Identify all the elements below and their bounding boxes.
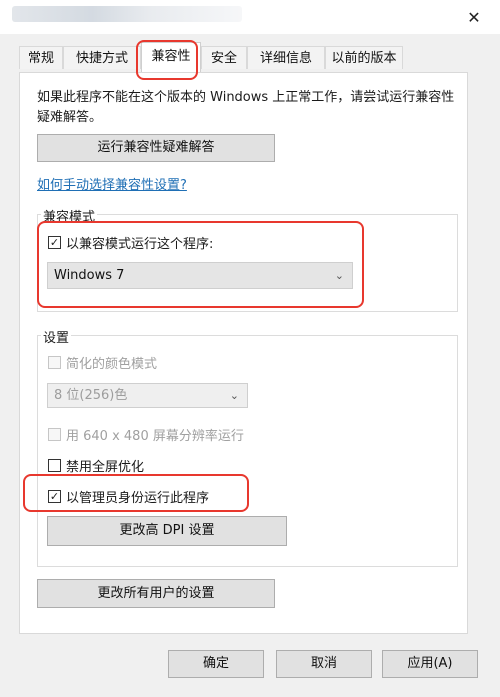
change-dpi-button[interactable]: 更改高 DPI 设置: [47, 516, 287, 546]
close-icon[interactable]: ✕: [462, 6, 486, 28]
annotation-highlight-tab: [136, 40, 198, 80]
troubleshoot-button[interactable]: 运行兼容性疑难解答: [37, 134, 275, 162]
tab-strip: 常规 快捷方式 兼容性 安全 详细信息 以前的版本: [0, 34, 500, 72]
tab-general[interactable]: 常规: [19, 46, 63, 69]
reduced-color-label: 简化的颜色模式: [66, 357, 158, 372]
manual-compat-link[interactable]: 如何手动选择兼容性设置?: [37, 174, 187, 193]
fullscreen-opt-label: 禁用全屏优化: [66, 460, 145, 475]
title-bar: ✕: [0, 0, 500, 34]
cancel-button[interactable]: 取消: [276, 650, 372, 678]
tab-previous-versions[interactable]: 以前的版本: [325, 46, 403, 69]
resolution-checkbox: [48, 428, 61, 441]
apply-button[interactable]: 应用(A): [382, 650, 478, 678]
fullscreen-opt-checkbox[interactable]: [48, 459, 61, 472]
tab-details[interactable]: 详细信息: [247, 46, 325, 69]
tab-shortcut[interactable]: 快捷方式: [63, 46, 141, 69]
annotation-highlight-admin: [23, 474, 249, 512]
chevron-down-icon: ⌄: [229, 389, 239, 402]
ok-button[interactable]: 确定: [168, 650, 264, 678]
tab-security[interactable]: 安全: [201, 46, 247, 69]
blurred-window-title: [12, 6, 242, 22]
resolution-label: 用 640 x 480 屏幕分辨率运行: [66, 429, 244, 444]
color-depth-select: 8 位(256)色 ⌄: [47, 383, 248, 408]
compat-description: 如果此程序不能在这个版本的 Windows 上正常工作，请尝试运行兼容性疑难解答…: [37, 90, 455, 125]
color-depth-value: 8 位(256)色: [54, 388, 128, 403]
annotation-highlight-compat-mode: [37, 221, 364, 308]
settings-group-label: 设置: [41, 327, 72, 346]
reduced-color-checkbox: [48, 356, 61, 369]
change-all-users-button[interactable]: 更改所有用户的设置: [37, 579, 275, 608]
